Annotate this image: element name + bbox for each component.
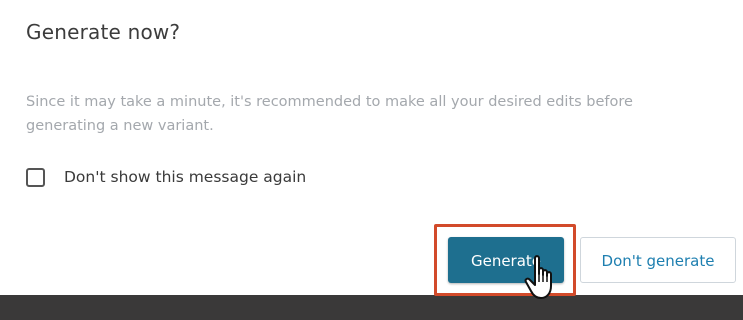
dialog-title: Generate now?: [26, 20, 181, 44]
generate-dialog: Generate now? Since it may take a minute…: [0, 0, 743, 296]
dont-show-again-row[interactable]: Don't show this message again: [26, 164, 306, 190]
hand-pointer-icon: [524, 255, 552, 299]
dialog-message: Since it may take a minute, it's recomme…: [26, 94, 633, 134]
dont-show-again-label[interactable]: Don't show this message again: [64, 168, 306, 186]
dont-show-again-checkbox[interactable]: [26, 167, 45, 187]
dont-generate-button[interactable]: Don't generate: [580, 237, 736, 283]
